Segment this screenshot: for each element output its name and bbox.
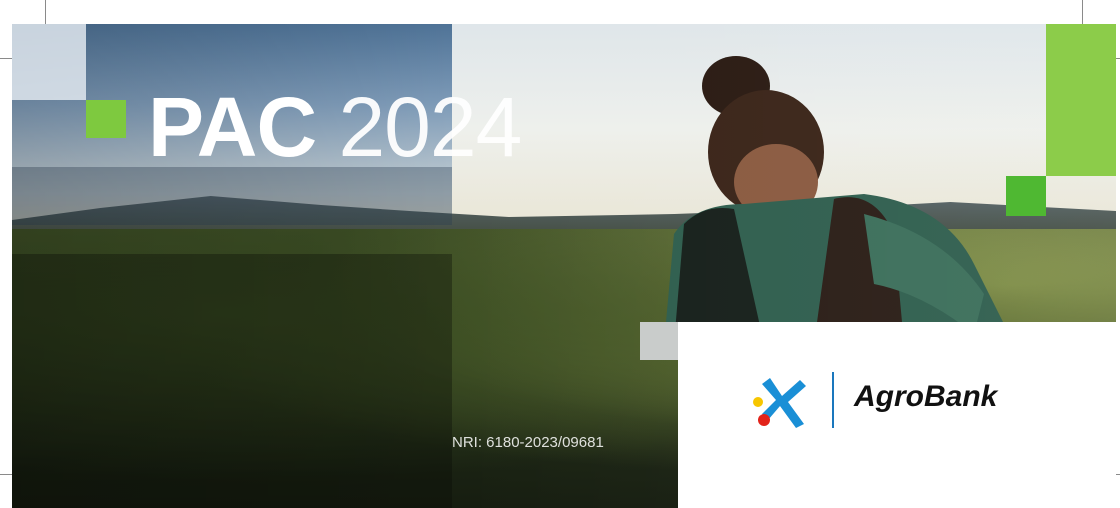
headline: PAC 2024 — [148, 80, 522, 174]
headline-bold: PAC — [148, 80, 317, 174]
logo-divider — [832, 372, 834, 428]
hero-banner: PAC 2024 NRI: 6180-2023/09681 AgroBank — [12, 24, 1116, 508]
decor-rect-green — [1046, 24, 1116, 176]
caixabank-star-icon — [753, 378, 806, 428]
ad-page: PAC 2024 NRI: 6180-2023/09681 AgroBank — [0, 0, 1120, 508]
decor-square-green — [86, 100, 126, 138]
decor-square-white — [12, 24, 86, 100]
decor-square-grey — [640, 322, 678, 360]
headline-year: 2024 — [338, 80, 522, 174]
logo-panel: AgroBank — [678, 322, 1116, 508]
brand-name: AgroBank — [854, 380, 998, 413]
registration-number: NRI: 6180-2023/09681 — [452, 434, 604, 451]
decor-square-green-dark — [1006, 176, 1046, 216]
